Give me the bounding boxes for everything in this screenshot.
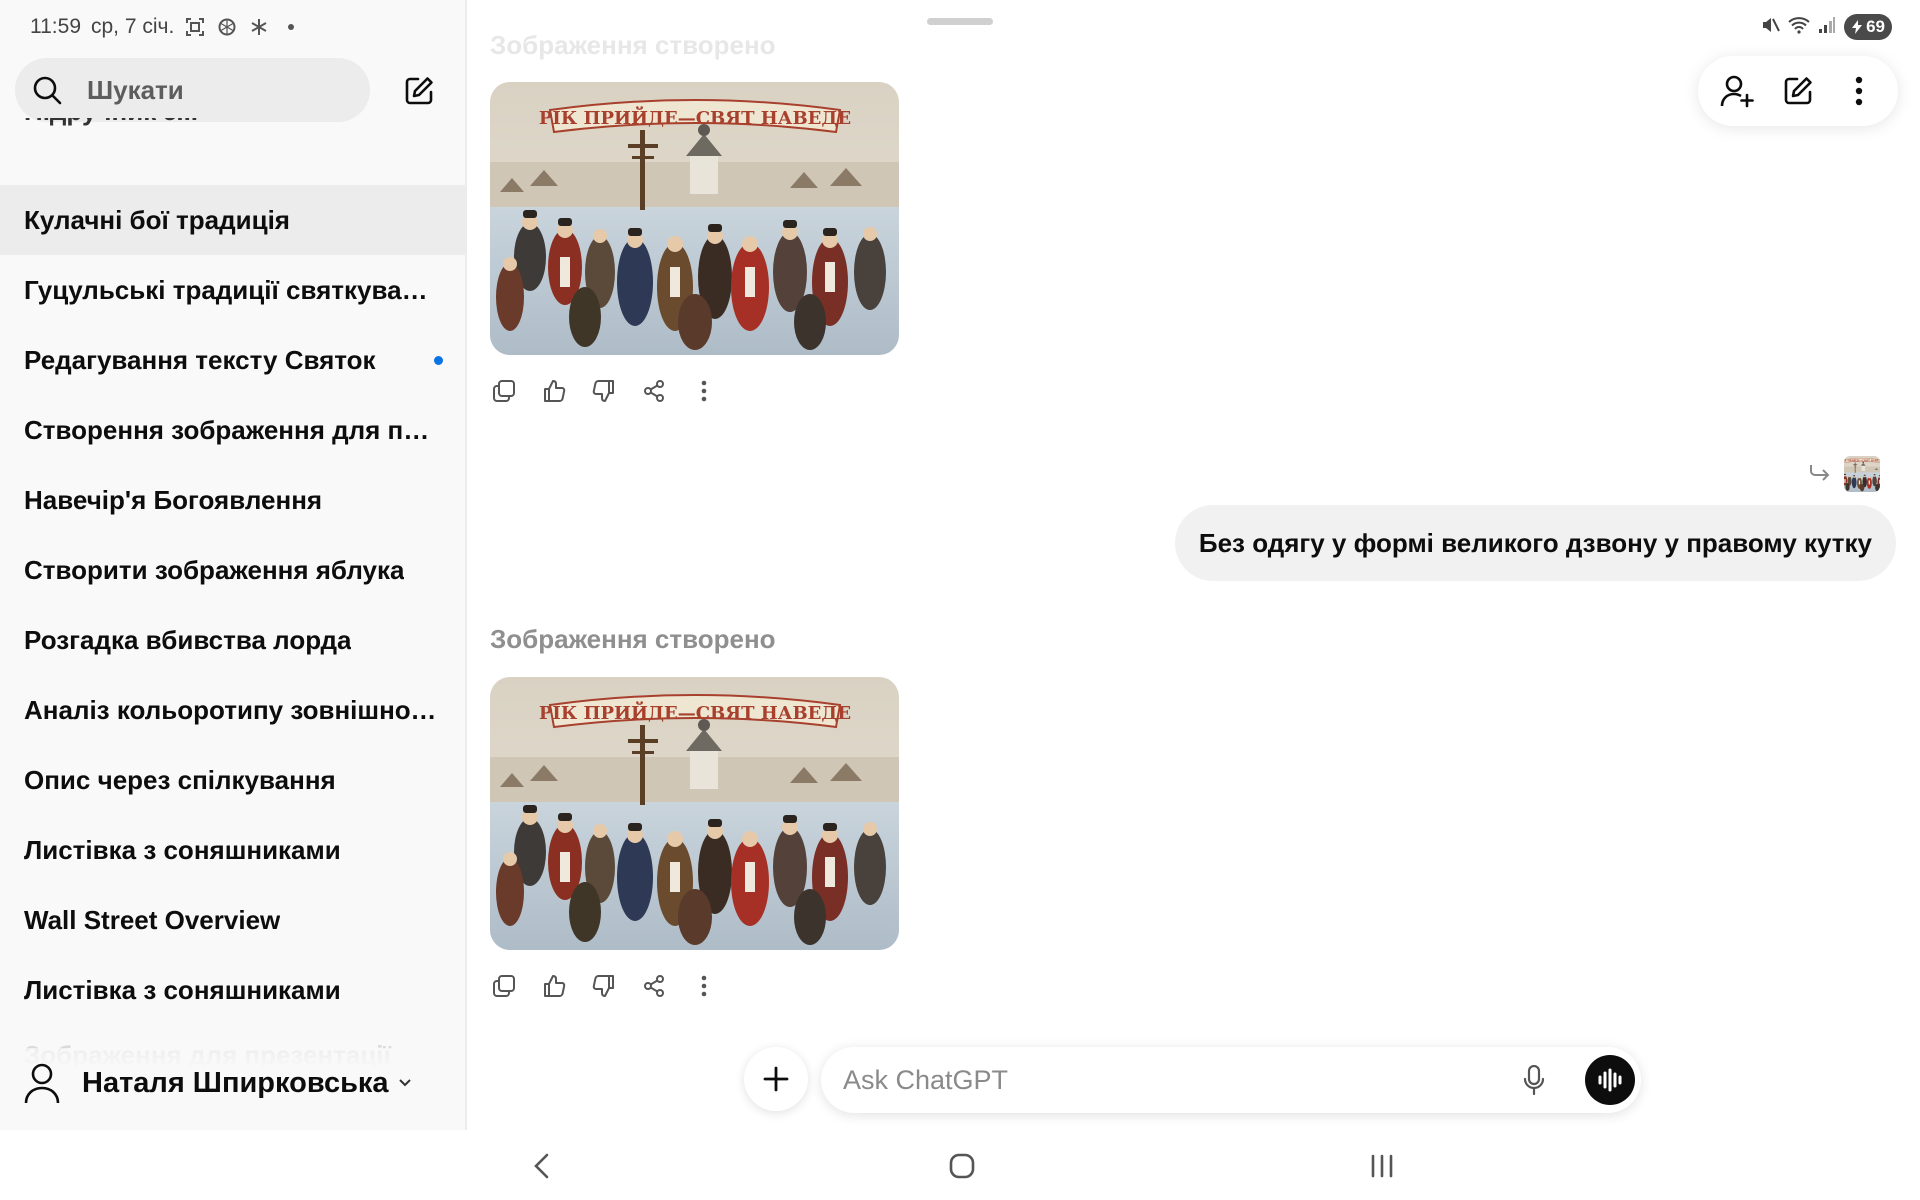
voice-mode-button[interactable] bbox=[1585, 1055, 1635, 1105]
wifi-icon bbox=[1788, 16, 1810, 39]
reply-arrow-icon bbox=[1808, 463, 1830, 486]
thumbs-down-icon[interactable] bbox=[590, 972, 618, 1000]
recents-button[interactable] bbox=[1360, 1144, 1404, 1188]
sidebar-item-fistfights[interactable]: Кулачні бої традиція bbox=[0, 185, 465, 255]
sidebar-item-clipped[interactable]: Підручник з... bbox=[24, 118, 224, 140]
snowflake-icon bbox=[248, 16, 270, 38]
sidebar-item-label: Листівка з соняшниками bbox=[24, 834, 341, 865]
sidebar-item-lord-murder[interactable]: Розгадка вбивства лорда bbox=[0, 605, 465, 675]
thumbs-down-icon[interactable] bbox=[590, 377, 618, 405]
search-icon bbox=[31, 74, 63, 106]
add-people-button[interactable] bbox=[1713, 67, 1761, 115]
openai-icon bbox=[216, 16, 238, 38]
user-message-bubble: Без одягу у формі великого дзвону у прав… bbox=[1174, 505, 1896, 581]
share-icon[interactable] bbox=[640, 377, 668, 405]
generated-image[interactable] bbox=[490, 82, 899, 355]
sidebar-item-label: Редагування тексту Святок bbox=[24, 344, 376, 375]
sidebar-item-label: Створення зображення для пре... bbox=[24, 414, 442, 445]
sidebar-item-image-creation[interactable]: Створення зображення для пре... bbox=[0, 395, 465, 465]
user-message-text: Без одягу у формі великого дзвону у прав… bbox=[1198, 527, 1872, 558]
sidebar-item-label: Опис через спілкування bbox=[24, 764, 336, 795]
sidebar-item-label: Навечір'я Богоявлення bbox=[24, 484, 323, 515]
back-button[interactable] bbox=[520, 1144, 564, 1188]
more-vertical-icon[interactable] bbox=[690, 972, 718, 1000]
sidebar-item-label: Wall Street Overview bbox=[24, 904, 281, 935]
microphone-icon[interactable] bbox=[1517, 1063, 1551, 1097]
status-bar-right: 69 bbox=[1760, 14, 1892, 40]
mute-icon bbox=[1760, 15, 1780, 40]
signal-icon bbox=[1818, 16, 1836, 39]
new-chat-button[interactable] bbox=[400, 72, 438, 110]
top-action-bar bbox=[1698, 56, 1898, 126]
message-actions bbox=[490, 972, 718, 1000]
conversation-pane: Зображення створено 69 Без одягу у формі… bbox=[469, 0, 1920, 1130]
sidebar-item-label: Кулачні бої традиція bbox=[24, 204, 290, 235]
home-button[interactable] bbox=[940, 1144, 984, 1188]
compose-icon bbox=[405, 77, 433, 105]
status-date: ср, 7 січ. bbox=[91, 15, 175, 38]
reply-reference[interactable] bbox=[1808, 456, 1880, 492]
status-bar-left: 11:59 ср, 7 січ. bbox=[30, 12, 302, 42]
home-icon bbox=[949, 1153, 975, 1179]
more-options-button[interactable] bbox=[1835, 67, 1883, 115]
new-chat-top-button[interactable] bbox=[1774, 67, 1822, 115]
sidebar-item-wall-street[interactable]: Wall Street Overview bbox=[0, 885, 465, 955]
dot-icon bbox=[280, 16, 302, 38]
sidebar-item-sunflower-card[interactable]: Листівка з соняшниками bbox=[0, 815, 465, 885]
message-input[interactable]: Ask ChatGPT bbox=[821, 1047, 1641, 1113]
sidebar-item-label: Аналіз кольоротипу зовнішності bbox=[24, 694, 442, 725]
image-created-label: Зображення створено bbox=[490, 624, 776, 654]
sidebar-item-color-type[interactable]: Аналіз кольоротипу зовнішності bbox=[0, 675, 465, 745]
thumbs-up-icon[interactable] bbox=[540, 972, 568, 1000]
battery-icon: 69 bbox=[1844, 14, 1892, 40]
user-name: Наталя Шпирковська bbox=[82, 1066, 389, 1099]
more-vertical-icon[interactable] bbox=[690, 377, 718, 405]
sidebar-item-label: Листівка з соняшниками bbox=[24, 974, 341, 1005]
message-actions bbox=[490, 377, 718, 405]
sidebar-item-label: Гуцульські традиції святкування bbox=[24, 274, 442, 305]
sidebar-item-communication[interactable]: Опис через спілкування bbox=[0, 745, 465, 815]
screenshot-icon bbox=[184, 16, 206, 38]
waveform-icon bbox=[1598, 1068, 1622, 1092]
search-placeholder: Шукати bbox=[87, 74, 184, 105]
compose-icon bbox=[1784, 77, 1812, 105]
add-person-icon bbox=[1720, 75, 1754, 108]
sidebar-item-apple-image[interactable]: Створити зображення яблука bbox=[0, 535, 465, 605]
plus-icon bbox=[763, 1066, 789, 1092]
more-vertical-icon bbox=[1856, 76, 1863, 106]
sidebar-item-sunflower-card-2[interactable]: Листівка з соняшниками bbox=[0, 955, 465, 1025]
drag-handle[interactable] bbox=[927, 18, 993, 25]
recents-icon bbox=[1371, 1154, 1393, 1178]
thumbs-up-icon[interactable] bbox=[540, 377, 568, 405]
user-profile-button[interactable]: Наталя Шпирковська bbox=[0, 1048, 465, 1118]
reply-image-thumbnail bbox=[1844, 456, 1880, 492]
ghost-label: Зображення створено bbox=[490, 30, 776, 60]
generated-image[interactable] bbox=[490, 677, 899, 950]
search-input[interactable]: Шукати bbox=[15, 58, 370, 122]
copy-icon[interactable] bbox=[490, 972, 518, 1000]
sidebar-item-editing-sviatky[interactable]: Редагування тексту Святок bbox=[0, 325, 465, 395]
sidebar-item-hutsul-traditions[interactable]: Гуцульські традиції святкування bbox=[0, 255, 465, 325]
system-navigation-bar bbox=[0, 1130, 1920, 1200]
share-icon[interactable] bbox=[640, 972, 668, 1000]
battery-level: 69 bbox=[1866, 17, 1885, 36]
sidebar-item-label: Створити зображення яблука bbox=[24, 554, 405, 585]
copy-icon[interactable] bbox=[490, 377, 518, 405]
user-icon bbox=[22, 1061, 62, 1105]
sidebar-item-label: Розгадка вбивства лорда bbox=[24, 624, 352, 655]
status-time: 11:59 bbox=[30, 15, 81, 38]
chat-history-list: Кулачні бої традиція Гуцульські традиції… bbox=[0, 185, 465, 1025]
back-icon bbox=[534, 1153, 549, 1179]
sidebar: 11:59 ср, 7 січ. Шукати Підручник з... К… bbox=[0, 0, 467, 1130]
unread-dot bbox=[434, 356, 443, 365]
attach-button[interactable] bbox=[744, 1047, 808, 1111]
chevron-down-icon bbox=[398, 1076, 413, 1090]
message-placeholder: Ask ChatGPT bbox=[843, 1064, 1009, 1095]
sidebar-item-epiphany-eve[interactable]: Навечір'я Богоявлення bbox=[0, 465, 465, 535]
